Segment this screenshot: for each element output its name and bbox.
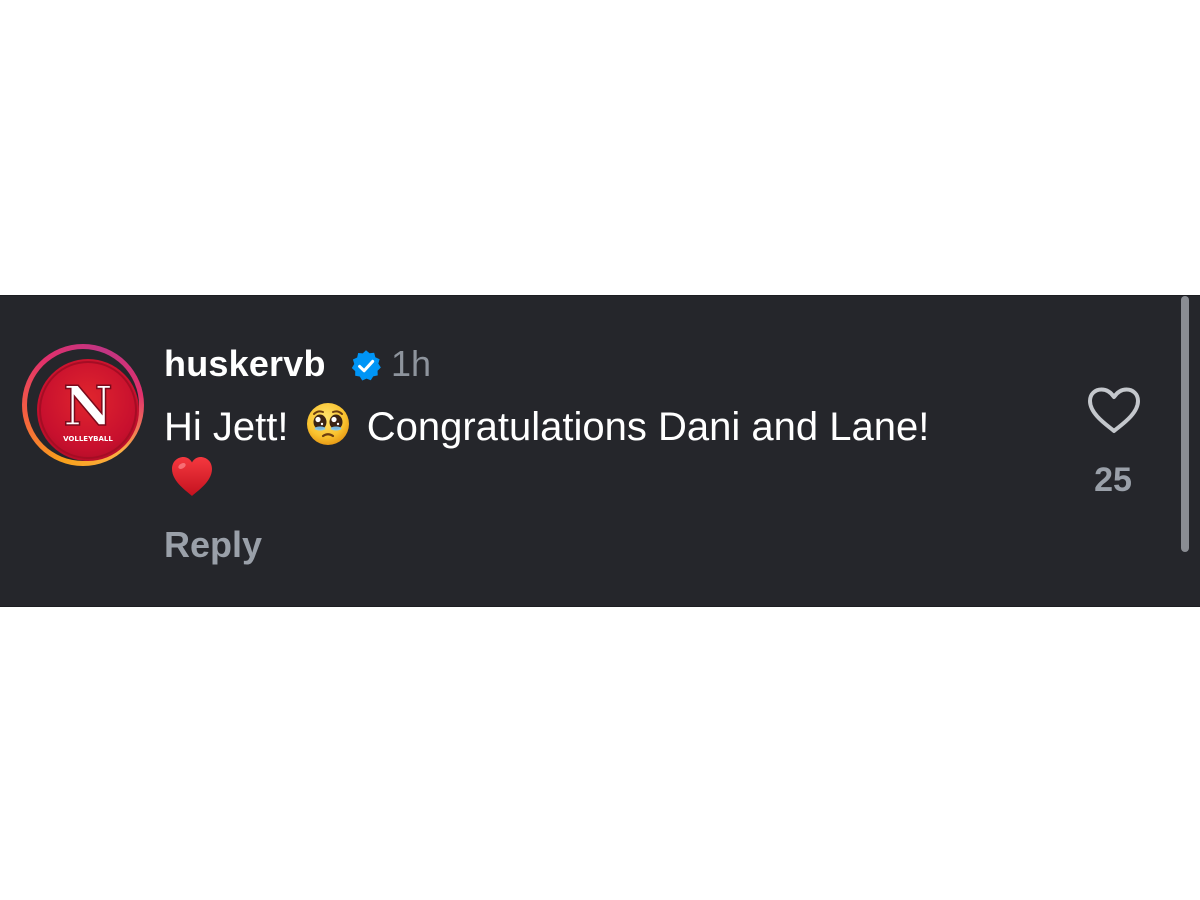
reply-button[interactable]: Reply xyxy=(164,523,262,567)
comment-timestamp: 1h xyxy=(391,343,432,384)
pleading-face-emoji xyxy=(306,403,349,445)
like-heart-icon[interactable] xyxy=(1084,384,1144,436)
logo-letter: N xyxy=(63,374,112,438)
comment-item: N VOLLEYBALL huskervb 1h Hi Jett! Congra… xyxy=(0,295,1200,607)
verified-badge-icon xyxy=(351,350,381,381)
like-count: 25 xyxy=(1094,461,1132,499)
comment-text-part2: Congratulations Dani and Lane! xyxy=(366,405,930,449)
nebraska-logo-icon: N VOLLEYBALL xyxy=(39,361,137,459)
comment-text-part1: Hi Jett! xyxy=(164,405,289,449)
red-heart-emoji xyxy=(172,457,212,496)
logo-caption: VOLLEYBALL xyxy=(63,435,113,443)
avatar-story-ring[interactable]: N VOLLEYBALL xyxy=(22,344,144,466)
scrollbar[interactable] xyxy=(1181,296,1189,552)
avatar: N VOLLEYBALL xyxy=(37,359,139,461)
comment-username[interactable]: huskervb xyxy=(164,342,326,386)
comment-text: Hi Jett! Congratulations Dani and Lane! xyxy=(164,400,984,504)
